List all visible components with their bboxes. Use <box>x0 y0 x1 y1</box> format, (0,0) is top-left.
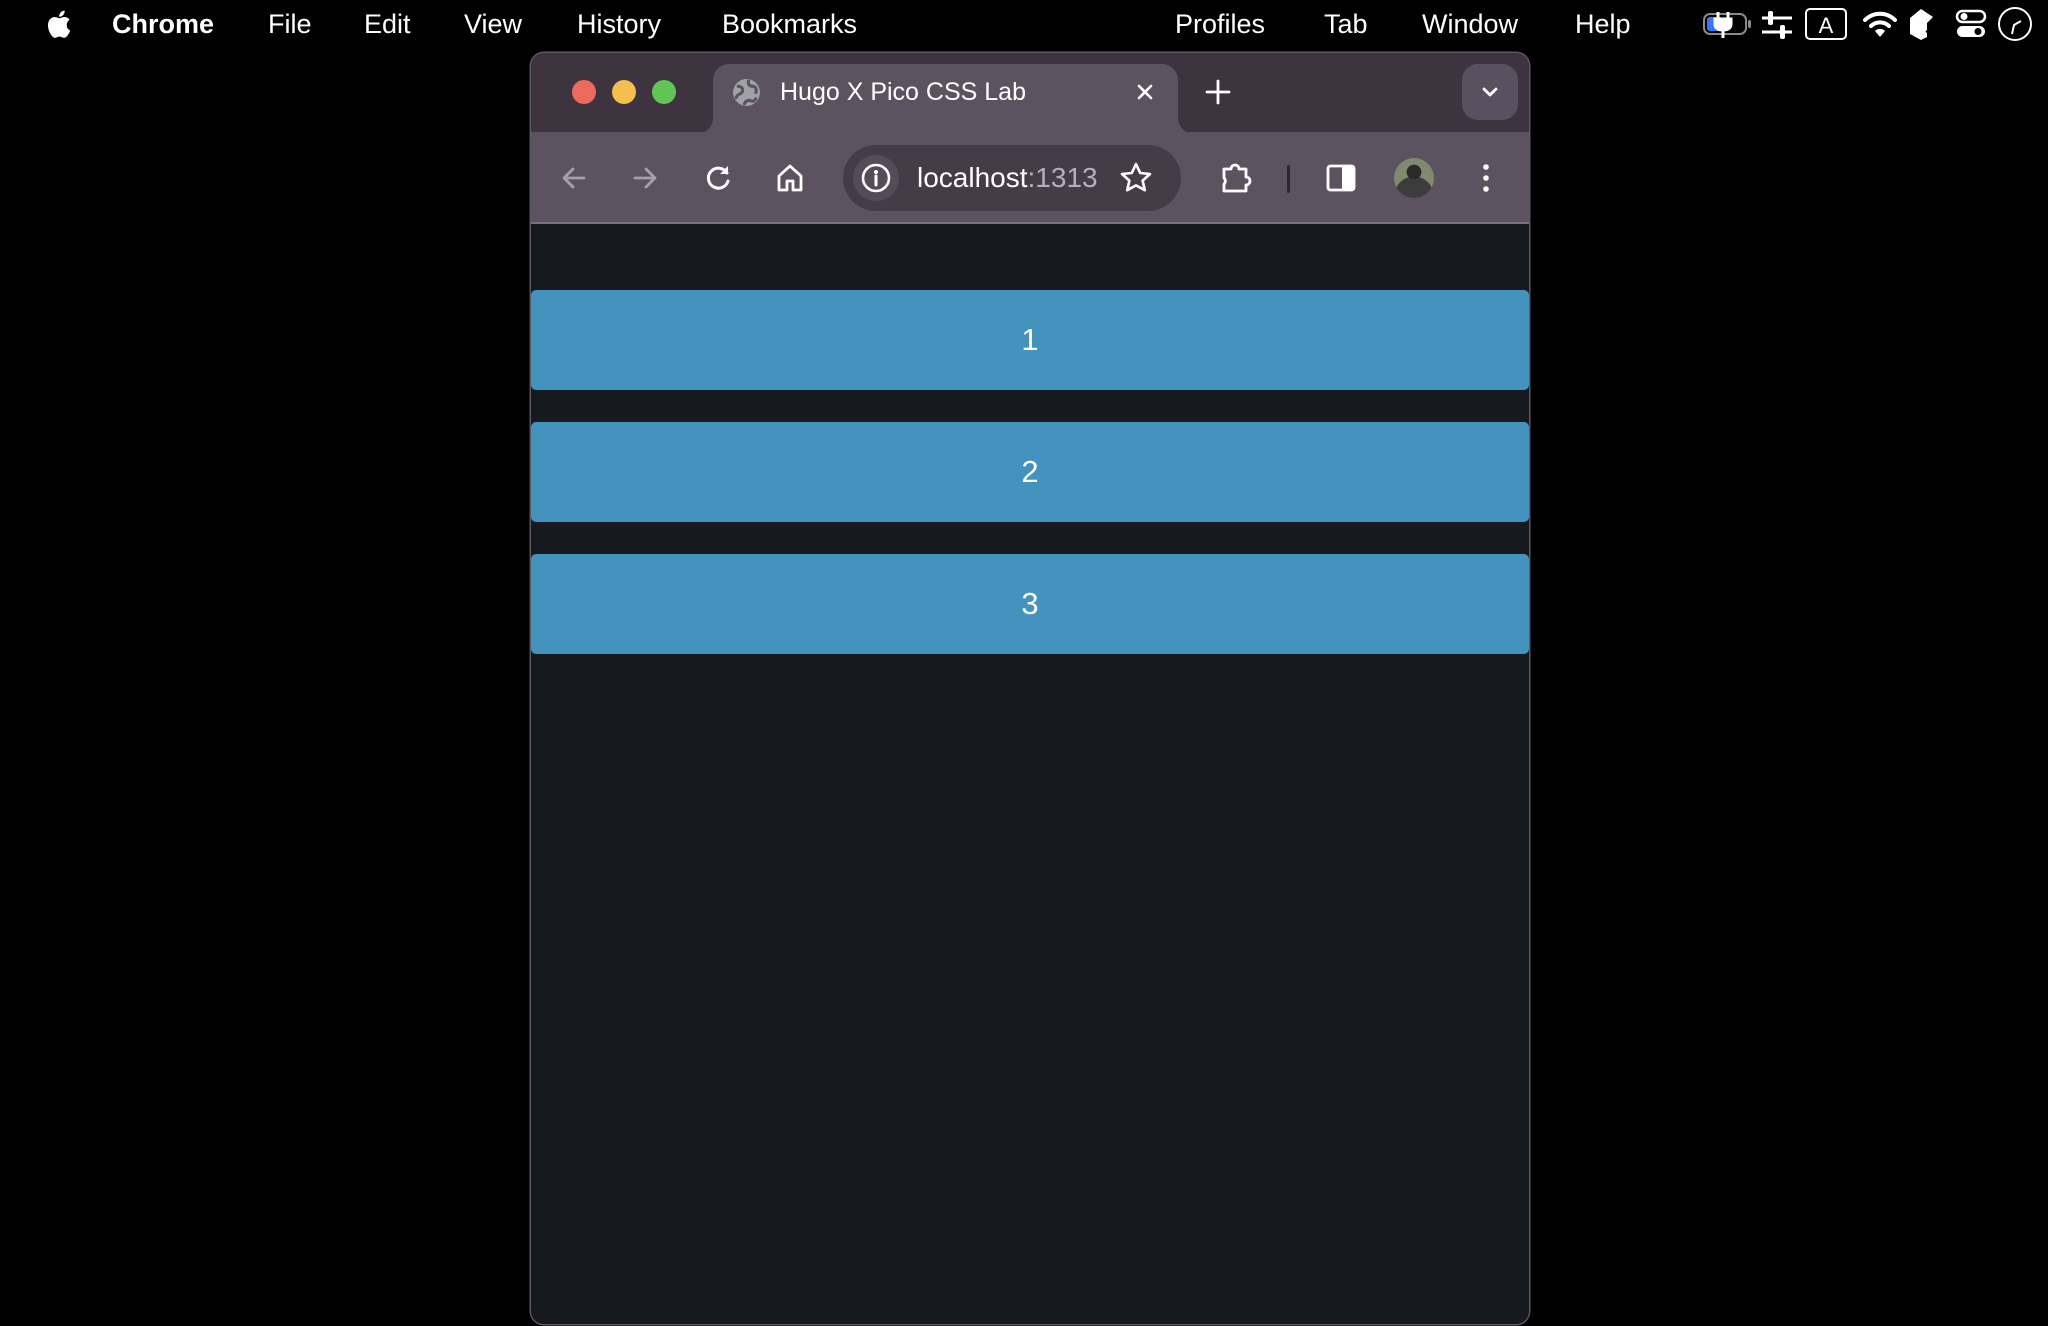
browser-window: Hugo X Pico CSS Lab localhost:1313 1 2 3 <box>531 53 1529 1324</box>
globe-icon <box>733 79 760 106</box>
address-bar[interactable]: localhost:1313 <box>843 145 1181 211</box>
close-window-button[interactable] <box>572 80 596 104</box>
menu-profiles[interactable]: Profiles <box>1175 8 1265 40</box>
minimize-window-button[interactable] <box>612 80 636 104</box>
grid-block-2: 2 <box>531 422 1529 522</box>
grid-block-3: 3 <box>531 554 1529 654</box>
menu-app-chrome[interactable]: Chrome <box>112 8 214 40</box>
menu-view[interactable]: View <box>464 8 522 40</box>
grid-block-1: 1 <box>531 290 1529 390</box>
input-source-icon[interactable]: A <box>1804 6 1848 42</box>
profile-avatar[interactable] <box>1394 158 1434 198</box>
tab-active[interactable]: Hugo X Pico CSS Lab <box>713 64 1178 134</box>
bookmark-star-icon[interactable] <box>1118 160 1154 196</box>
browser-toolbar: localhost:1313 <box>531 132 1529 224</box>
forward-arrow-icon[interactable] <box>628 161 662 195</box>
sliders-icon[interactable] <box>1760 6 1794 42</box>
clock-icon[interactable] <box>1995 6 2035 42</box>
toolbar-separator <box>1287 165 1290 193</box>
zoom-window-button[interactable] <box>652 80 676 104</box>
input-source-letter: A <box>1819 13 1834 38</box>
menu-file[interactable]: File <box>268 8 312 40</box>
new-tab-icon[interactable] <box>1203 77 1233 107</box>
tab-title: Hugo X Pico CSS Lab <box>780 78 1026 106</box>
close-tab-icon[interactable] <box>1130 77 1160 107</box>
url-port: :1313 <box>1027 162 1098 193</box>
block-label: 2 <box>1021 454 1039 489</box>
menu-edit[interactable]: Edit <box>364 8 411 40</box>
block-label: 3 <box>1021 586 1039 621</box>
control-center-icon[interactable] <box>1955 6 1987 42</box>
side-panel-icon[interactable] <box>1324 161 1358 195</box>
site-info-button[interactable] <box>853 155 899 201</box>
menu-window[interactable]: Window <box>1422 8 1518 40</box>
reload-icon[interactable] <box>701 161 735 195</box>
block-label: 1 <box>1021 322 1039 357</box>
url-text[interactable]: localhost:1313 <box>917 160 1098 196</box>
more-menu-icon[interactable] <box>1469 161 1503 195</box>
info-icon <box>861 163 891 193</box>
tab-strip: Hugo X Pico CSS Lab <box>531 53 1529 134</box>
menu-history[interactable]: History <box>577 8 661 40</box>
menu-help[interactable]: Help <box>1575 8 1631 40</box>
wifi-icon[interactable] <box>1862 6 1898 42</box>
tab-search-button[interactable] <box>1462 64 1518 120</box>
extensions-puzzle-icon[interactable] <box>1218 161 1252 195</box>
apple-logo-icon[interactable] <box>44 8 72 40</box>
chevron-down-icon <box>1482 87 1498 97</box>
back-arrow-icon[interactable] <box>557 161 591 195</box>
url-host: localhost <box>917 162 1028 193</box>
battery-charging-icon[interactable] <box>1702 6 1754 42</box>
cube-icon[interactable] <box>1906 6 1936 42</box>
menu-tab[interactable]: Tab <box>1324 8 1368 40</box>
home-icon[interactable] <box>773 161 807 195</box>
menu-bookmarks[interactable]: Bookmarks <box>722 8 857 40</box>
macos-menu-bar: Chrome File Edit View History Bookmarks … <box>0 0 2048 48</box>
page-content: 1 2 3 <box>531 224 1529 1324</box>
